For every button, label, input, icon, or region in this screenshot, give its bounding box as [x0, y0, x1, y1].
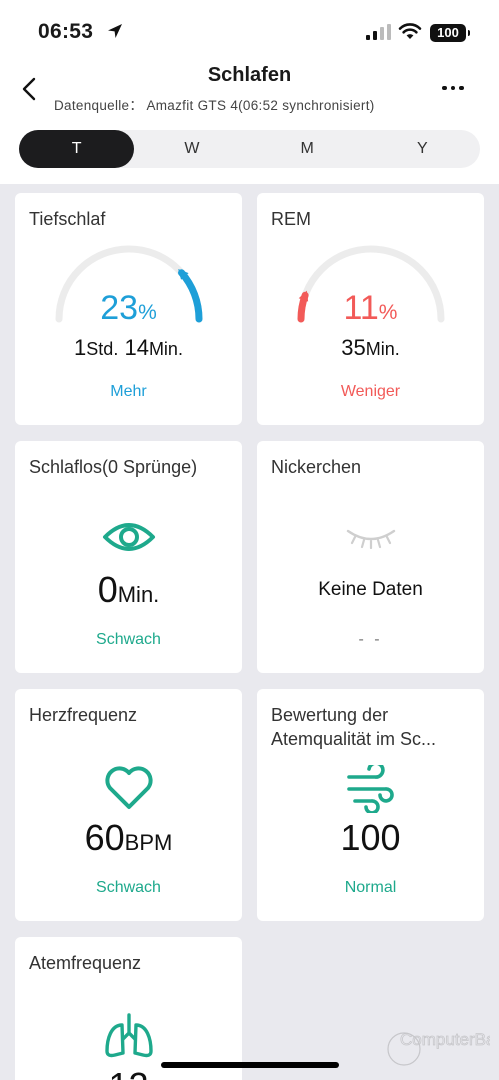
rem-percent: 11% [257, 289, 484, 328]
card-title: Nickerchen [271, 457, 362, 477]
heart-icon [104, 766, 153, 809]
percent-unit: % [138, 301, 157, 324]
card-title: Tiefschlaf [29, 209, 106, 229]
rem-duration: 35Min. [257, 335, 484, 361]
minutes-unit: Min. [365, 339, 400, 359]
hours-value: 1 [74, 335, 87, 360]
deep-sleep-card[interactable]: Tiefschlaf 23% 1Std. 14Min. Mehr [15, 193, 242, 425]
card-title: REM [271, 209, 311, 229]
home-indicator[interactable] [161, 1062, 339, 1068]
percent-value: 23 [100, 289, 139, 327]
awake-value: 0Min. [15, 569, 242, 611]
minutes-value: 14 [124, 335, 149, 360]
wifi-icon [398, 23, 422, 39]
page-title: Schlafen [207, 64, 292, 86]
breathing-quality-card[interactable]: Bewertung der Atemqualität im Sc... 100 … [257, 689, 484, 921]
computerbase-watermark: ComputerBase [387, 1030, 490, 1066]
tab-month[interactable]: M [250, 130, 365, 168]
nap-card[interactable]: Nickerchen Keine Daten - - [257, 441, 484, 673]
tab-week[interactable]: W [134, 130, 249, 168]
respiratory-rate-card[interactable]: Atemfrequenz 12 [15, 937, 242, 1080]
unit: BPM [124, 830, 173, 855]
card-title: Herzfrequenz [29, 705, 138, 725]
percent-value: 11 [343, 289, 379, 327]
minutes-value: 35 [341, 335, 366, 360]
rem-status[interactable]: Weniger [257, 383, 484, 401]
heart-rate-status[interactable]: Schwach [15, 879, 242, 897]
watermark-text: ComputerBase [400, 1030, 490, 1049]
dot [450, 85, 456, 91]
wind-icon [346, 765, 394, 813]
percent-unit: % [378, 301, 398, 324]
battery-indicator: 100 [430, 24, 470, 42]
hours-unit: Std. [86, 339, 119, 359]
closed-eye-icon [346, 529, 395, 549]
breathing-quality-value: 100 [340, 817, 401, 858]
more-options-button[interactable] [436, 76, 470, 100]
eye-icon [102, 523, 155, 551]
nav-header: Schlafen Datenquelle： Amazfit GTS 4(06:5… [0, 62, 499, 184]
period-selector: T W M Y [19, 130, 480, 168]
rem-card[interactable]: REM 11% 35Min. Weniger [257, 193, 484, 425]
unit: Min. [117, 582, 160, 607]
tab-day[interactable]: T [19, 130, 135, 168]
status-bar: 06:53 100 [0, 0, 499, 62]
card-title: Atemfrequenz [29, 953, 142, 973]
card-title: Bewertung der Atemqualität im Sc... [271, 705, 437, 749]
nap-status: - - [358, 631, 383, 648]
location-arrow-icon [108, 24, 122, 38]
lungs-icon [104, 1013, 153, 1058]
nap-empty-state: Keine Daten [318, 579, 423, 600]
deep-sleep-duration: 1Std. 14Min. [15, 335, 242, 361]
breathing-quality-status[interactable]: Normal [257, 879, 484, 897]
status-time: 06:53 [38, 20, 94, 43]
tab-year[interactable]: Y [365, 130, 480, 168]
dot [442, 85, 447, 91]
minutes-unit: Min. [148, 339, 183, 359]
heart-rate-value: 60BPM [15, 817, 242, 859]
value: 60 [84, 817, 125, 858]
awake-status[interactable]: Schwach [15, 631, 242, 649]
dot [459, 85, 464, 91]
deep-sleep-percent: 23% [15, 289, 242, 328]
value: 0 [97, 569, 118, 610]
heart-rate-card[interactable]: Herzfrequenz 60BPM Schwach [15, 689, 242, 921]
cellular-signal-icon [366, 24, 391, 40]
awake-card[interactable]: Schlaflos(0 Sprünge) 0Min. Schwach [15, 441, 242, 673]
data-source-label[interactable]: Datenquelle： Amazfit GTS 4(06:52 synchro… [54, 94, 424, 114]
card-title: Schlaflos(0 Sprünge) [29, 457, 198, 477]
deep-sleep-status[interactable]: Mehr [15, 383, 242, 401]
